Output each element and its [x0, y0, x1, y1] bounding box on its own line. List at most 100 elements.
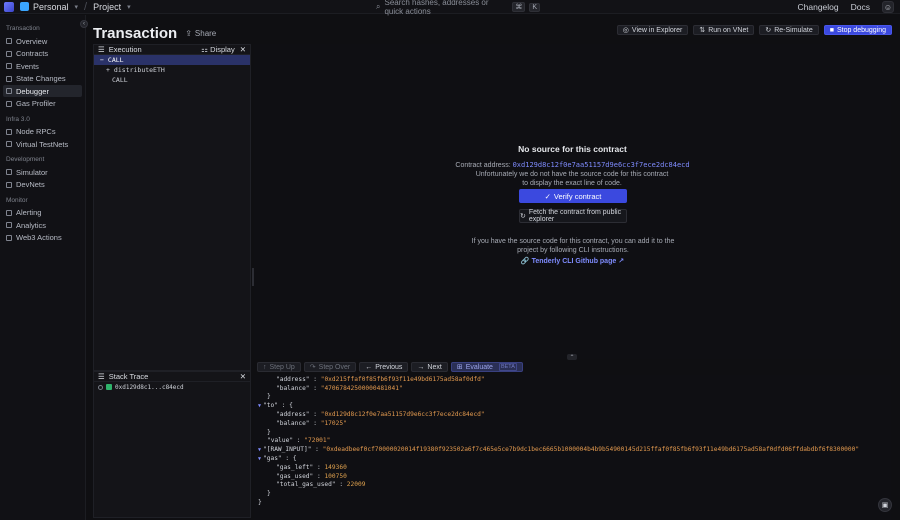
contracts-icon: [6, 50, 12, 57]
chevron-left-icon: ‹: [83, 21, 85, 27]
changelog-link[interactable]: Changelog: [798, 2, 839, 12]
trace-row-call[interactable]: − CALL: [94, 55, 250, 65]
json-line: ▼ "gas" : {: [258, 454, 891, 463]
fetch-contract-button[interactable]: ↻ Fetch the contract from public explorer: [519, 209, 627, 223]
collapse-toggle[interactable]: −: [100, 56, 104, 64]
json-line: }: [258, 498, 891, 507]
expand-panel-button[interactable]: ⌃: [567, 354, 577, 361]
sidebar-item-analytics[interactable]: Analytics: [3, 219, 82, 231]
run-on-vnet-button[interactable]: ⇅ Run on VNet: [693, 25, 755, 35]
globe-icon: ◎: [622, 27, 629, 34]
json-key: : {: [281, 455, 297, 463]
state-json-view: "address" : "0xd215ffaf0f85fb6f93f11e49b…: [254, 375, 891, 520]
step-up-button[interactable]: ↑ Step Up: [257, 362, 301, 372]
source-view: No source for this contract Contract add…: [254, 44, 891, 359]
arrow-left-icon: ←: [365, 363, 373, 371]
button-label: Run on VNet: [708, 26, 749, 34]
search-input[interactable]: ⌕ Search hashes, addresses or quick acti…: [376, 0, 540, 16]
json-value: "0xd215ffaf0f85fb6f93f11e49bd6175ad58af0…: [320, 375, 485, 383]
json-value: 100750: [324, 472, 347, 480]
json-line: "balance" : "17025": [258, 419, 891, 428]
devnets-icon: [6, 181, 12, 188]
json-key: :: [309, 411, 321, 419]
evaluate-button[interactable]: ⊞ Evaluate BETA: [450, 362, 523, 372]
json-line: "address" : "0xd129d8c12f0e7aa51157d9e6c…: [258, 410, 891, 419]
trace-label: CALL: [112, 76, 128, 84]
sidebar-item-state-changes[interactable]: State Changes: [3, 73, 82, 85]
stop-debugging-button[interactable]: ■ Stop debugging: [823, 25, 892, 35]
sidebar-item-contracts[interactable]: Contracts: [3, 48, 82, 60]
chevron-down-icon: ▾: [74, 3, 79, 11]
stack-trace-item[interactable]: 0xd129d8c1...c84ecd: [94, 382, 250, 392]
trace-row-call-nested[interactable]: CALL: [94, 75, 250, 85]
sidebar-item-label: Debugger: [16, 86, 49, 96]
state-changes-icon: [6, 75, 12, 82]
arrow-up-icon: ↑: [263, 363, 267, 371]
contract-address-link[interactable]: 0xd129d8c12f0e7aa51157d9e6cc3f7ece2dc84e…: [513, 161, 690, 169]
share-button[interactable]: ⇪ Share: [185, 29, 216, 38]
sidebar-item-devnets[interactable]: DevNets: [3, 179, 82, 191]
json-key: :: [309, 419, 321, 427]
button-label: View in Explorer: [631, 26, 683, 34]
json-key: "gas_used": [276, 472, 314, 480]
support-chat-button[interactable]: ▣: [878, 498, 892, 512]
contract-icon: [106, 384, 112, 390]
sidebar-item-label: Overview: [16, 36, 48, 46]
sidebar-item-overview[interactable]: Overview: [3, 35, 82, 47]
button-label: Evaluate: [465, 363, 493, 371]
top-bar: Personal ▾ / Project ▾ ⌕ Search hashes, …: [0, 0, 900, 16]
step-over-button[interactable]: ↷ Step Over: [303, 362, 357, 372]
sidebar-section-title: Monitor: [6, 196, 28, 204]
json-key: "address": [276, 411, 310, 419]
button-label: Verify contract: [553, 191, 602, 201]
sidebar-item-virtual-testnets[interactable]: Virtual TestNets: [3, 138, 82, 150]
sidebar-item-events[interactable]: Events: [3, 60, 82, 72]
sidebar-item-node-rpcs[interactable]: Node RPCs: [3, 126, 82, 138]
json-key: "to": [263, 402, 278, 410]
next-button[interactable]: → Next: [411, 362, 448, 372]
close-icon[interactable]: ✕: [240, 372, 246, 381]
shortcut-cmd: ⌘: [512, 2, 526, 12]
breadcrumb-separator: /: [84, 0, 88, 13]
json-value: "0xdeadbeef0cf70000020014f19380f923502a6…: [322, 446, 860, 454]
json-line: "address" : "0xd215ffaf0f85fb6f93f11e49b…: [258, 375, 891, 384]
execution-title: Execution: [108, 45, 142, 54]
collapse-triangle-icon[interactable]: ▼: [258, 456, 261, 462]
project-switcher[interactable]: Project ▾: [93, 2, 131, 12]
frame-dot-icon: [98, 384, 103, 390]
workspace-switcher[interactable]: Personal ▾: [20, 2, 78, 12]
close-icon[interactable]: ✕: [240, 45, 246, 54]
search-icon: ⌕: [376, 2, 381, 11]
user-icon: ☺: [883, 2, 893, 12]
collapse-triangle-icon[interactable]: ▼: [258, 447, 261, 453]
display-icon: ⚏: [201, 45, 211, 54]
sidebar-item-debugger[interactable]: Debugger: [3, 85, 82, 97]
button-label: Previous: [375, 363, 403, 371]
json-key: }: [267, 490, 271, 498]
sidebar-item-web3-actions[interactable]: Web3 Actions: [3, 232, 82, 244]
view-in-explorer-button[interactable]: ◎ View in Explorer: [616, 25, 689, 35]
sidebar-section-title: Development: [6, 156, 45, 163]
collapse-triangle-icon[interactable]: ▼: [258, 403, 261, 409]
sidebar-item-label: State Changes: [16, 74, 66, 83]
user-menu-button[interactable]: ☺: [882, 1, 894, 13]
tenderly-logo[interactable]: [4, 1, 14, 12]
step-over-icon: ↷: [309, 364, 316, 371]
sidebar-item-alerting[interactable]: Alerting: [3, 207, 82, 219]
display-button[interactable]: ⚏ Display: [201, 45, 234, 54]
json-key: "address": [276, 375, 310, 383]
expand-toggle[interactable]: +: [106, 66, 110, 74]
docs-link[interactable]: Docs: [851, 2, 870, 12]
json-key: :: [309, 384, 321, 392]
json-key: }: [258, 499, 262, 507]
sidebar-item-gas-profiler[interactable]: Gas Profiler: [3, 98, 82, 110]
json-key: "[RAW_INPUT]": [263, 446, 312, 454]
trace-row-distribute-eth[interactable]: + distributeETH: [94, 65, 250, 75]
re-simulate-button[interactable]: ↻ Re-Simulate: [759, 25, 819, 35]
tenderly-cli-github-link[interactable]: 🔗 Tenderly CLI Github page ↗: [254, 257, 891, 265]
sidebar-item-simulator[interactable]: Simulator: [3, 166, 82, 178]
check-circle-icon: ✓: [544, 191, 551, 201]
verify-contract-button[interactable]: ✓ Verify contract: [519, 189, 627, 203]
previous-button[interactable]: ← Previous: [359, 362, 409, 372]
button-label: Stop debugging: [836, 26, 886, 34]
